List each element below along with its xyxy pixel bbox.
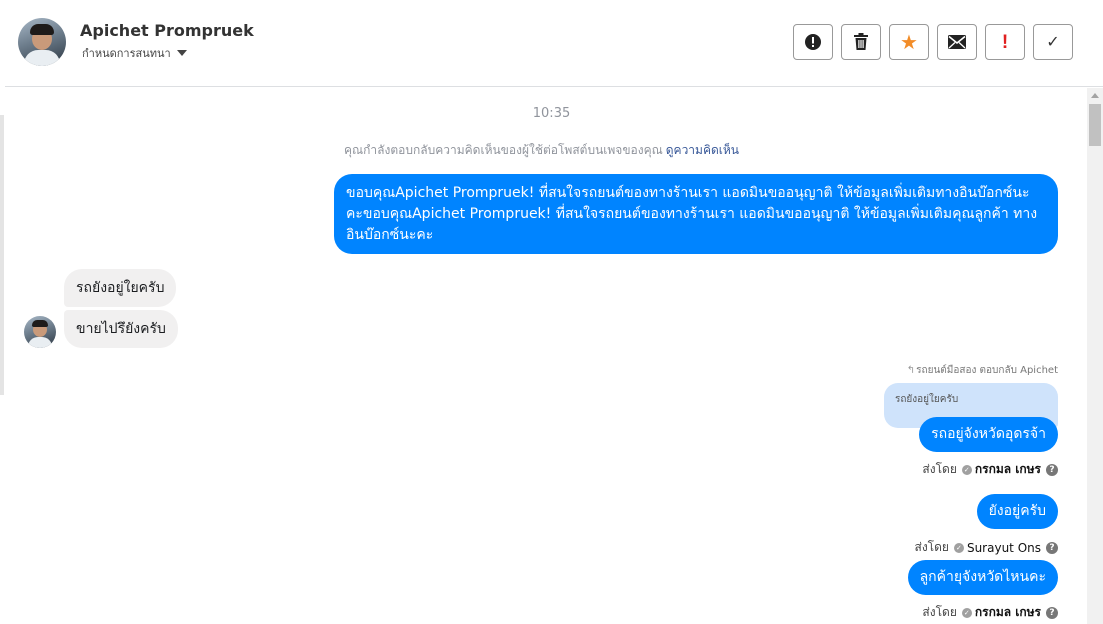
outgoing-message[interactable]: ขอบคุณApichet Prompruek! ที่สนใจรถยนต์ขอ… xyxy=(334,174,1058,254)
mark-done-button[interactable]: ✓ xyxy=(1033,24,1073,60)
conversation-header: Apichet Prompruek กำหนดการสนทนา ★ ! ✓ xyxy=(5,0,1103,87)
mark-unread-button[interactable] xyxy=(937,24,977,60)
incoming-message[interactable]: รถยังอยู่ใยครับ xyxy=(64,269,177,307)
reply-context-text: รถยนต์มือสอง ตอบกลับ Apichet xyxy=(916,365,1058,376)
verified-icon: ✓ xyxy=(961,464,972,475)
help-icon[interactable]: ? xyxy=(1046,541,1058,554)
check-icon: ✓ xyxy=(1046,32,1060,51)
outgoing-message[interactable]: รถอยู่จังหวัดอุดรจ้า xyxy=(919,417,1058,452)
sent-by-label: ส่งโดย ✓ กรกมล เกษร ? xyxy=(922,460,1058,479)
outgoing-message[interactable]: ลูกค้ายุจังหวัดไหนคะ xyxy=(907,560,1058,595)
alert-circle-icon xyxy=(805,34,821,50)
delete-button[interactable] xyxy=(841,24,881,60)
incoming-message[interactable]: ขายไปรึยังครับ xyxy=(64,310,178,348)
mark-spam-button[interactable] xyxy=(793,24,833,60)
star-button[interactable]: ★ xyxy=(889,24,929,60)
customer-avatar-small xyxy=(24,316,56,348)
sent-by-label: ส่งโดย ✓ Surayut Ons ? xyxy=(914,538,1058,557)
outgoing-message[interactable]: ยังอยู่ครับ xyxy=(976,494,1058,529)
comment-reply-notice: คุณกำลังตอบกลับความคิดเห็นของผู้ใช้ต่อโพ… xyxy=(0,141,1083,160)
important-icon: ! xyxy=(1001,31,1009,53)
star-icon: ★ xyxy=(900,30,918,54)
message-timestamp: 10:35 xyxy=(532,106,571,121)
scroll-up-arrow-icon[interactable] xyxy=(1091,93,1099,98)
verified-icon: ✓ xyxy=(953,542,964,553)
verified-icon: ✓ xyxy=(961,607,972,618)
sender-name: กรกมล เกษร xyxy=(974,462,1041,476)
help-icon[interactable]: ? xyxy=(1046,606,1058,619)
view-comment-link[interactable]: ดูความคิดเห็น xyxy=(666,143,739,157)
customer-name[interactable]: Apichet Prompruek xyxy=(80,21,254,40)
notice-text: คุณกำลังตอบกลับความคิดเห็นของผู้ใช้ต่อโพ… xyxy=(344,143,663,157)
sent-by-label: ส่งโดย ✓ กรกมล เกษร ? xyxy=(922,603,1058,622)
reply-arrow-icon: ↰ xyxy=(906,365,916,376)
important-button[interactable]: ! xyxy=(985,24,1025,60)
assign-label: กำหนดการสนทนา xyxy=(82,47,171,60)
reply-context: ↰ รถยนต์มือสอง ตอบกลับ Apichet xyxy=(907,363,1058,378)
trash-icon xyxy=(854,33,868,50)
sent-by-prefix: ส่งโดย xyxy=(914,540,949,554)
action-toolbar: ★ ! ✓ xyxy=(793,24,1073,60)
sender-name: กรกมล เกษร xyxy=(974,605,1041,619)
customer-avatar[interactable] xyxy=(18,18,66,66)
sent-by-prefix: ส่งโดย xyxy=(922,462,957,476)
assign-conversation-dropdown[interactable]: กำหนดการสนทนา xyxy=(82,44,187,62)
help-icon[interactable]: ? xyxy=(1046,463,1058,476)
sent-by-prefix: ส่งโดย xyxy=(922,605,957,619)
message-scrollbar[interactable] xyxy=(1087,88,1103,624)
envelope-icon xyxy=(948,35,966,49)
sender-name: Surayut Ons xyxy=(966,540,1041,555)
caret-down-icon xyxy=(176,50,187,56)
